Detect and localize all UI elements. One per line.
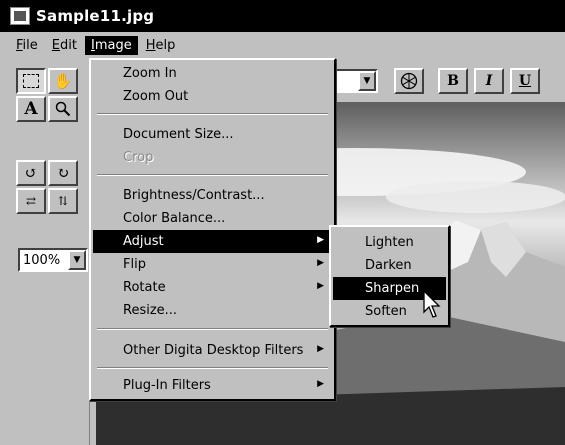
- submenu-arrow-icon: ▶: [317, 235, 324, 245]
- menu-edit[interactable]: Edit: [46, 36, 83, 55]
- marquee-icon: [23, 74, 39, 88]
- menu-item-zoom-out[interactable]: Zoom Out: [93, 85, 332, 108]
- underline-icon: U: [518, 73, 532, 89]
- submenu-item-lighten[interactable]: Lighten: [333, 231, 446, 254]
- bold-button[interactable]: B: [438, 68, 468, 94]
- underline-button[interactable]: U: [510, 68, 540, 94]
- italic-button[interactable]: I: [474, 68, 504, 94]
- flip-vertical-icon: ⇅: [57, 194, 69, 208]
- font-select[interactable]: ▼: [330, 69, 378, 93]
- color-wheel-button[interactable]: [394, 68, 424, 94]
- color-wheel-icon: [400, 72, 418, 90]
- submenu-arrow-icon: ▶: [317, 344, 324, 354]
- menu-item-color-balance[interactable]: Color Balance...: [93, 207, 332, 230]
- menu-file[interactable]: File: [10, 36, 44, 55]
- submenu-arrow-icon: ▶: [317, 379, 324, 389]
- zoom-level-value: 100%: [23, 252, 61, 268]
- text-tool-icon: A: [24, 99, 38, 119]
- menu-item-rotate[interactable]: Rotate ▶: [93, 276, 332, 299]
- tool-group-select: ✋ A: [16, 68, 78, 122]
- flip-vertical-button[interactable]: ⇅: [48, 188, 78, 214]
- menu-item-document-size[interactable]: Document Size...: [93, 123, 332, 146]
- format-toolbar: ▼ B I U: [330, 66, 540, 96]
- menu-bar: File Edit Image Help: [0, 32, 565, 58]
- menu-help[interactable]: Help: [140, 36, 182, 55]
- menu-item-other-filters[interactable]: Other Digita Desktop Filters ▶: [93, 339, 332, 362]
- title-bar[interactable]: Sample11.jpg: [0, 0, 565, 32]
- chevron-down-icon[interactable]: ▼: [68, 250, 86, 270]
- mouse-pointer-icon: [423, 290, 441, 318]
- menu-separator: [97, 174, 328, 176]
- window-title: Sample11.jpg: [36, 7, 155, 25]
- menu-separator: [97, 113, 328, 115]
- hand-icon: ✋: [53, 72, 73, 90]
- rotate-right-icon: ↻: [56, 164, 70, 182]
- toolbox: ✋ A ↺ ↻ ⇄ ⇅ 100% ▼: [8, 60, 90, 445]
- chevron-down-icon[interactable]: ▼: [358, 71, 376, 91]
- submenu-arrow-icon: ▶: [317, 281, 324, 291]
- rotate-left-icon: ↺: [24, 164, 38, 182]
- menu-item-plugin-filters[interactable]: Plug-In Filters ▶: [93, 374, 332, 397]
- marquee-tool-button[interactable]: [16, 68, 46, 94]
- app-icon[interactable]: [10, 7, 30, 25]
- rotate-left-button[interactable]: ↺: [16, 160, 46, 186]
- text-tool-button[interactable]: A: [16, 96, 46, 122]
- app-window: Sample11.jpg File Edit Image Help ✋ A ↺ …: [0, 0, 565, 445]
- menu-item-zoom-in[interactable]: Zoom In: [93, 62, 332, 85]
- bold-icon: B: [447, 73, 459, 89]
- flip-horizontal-icon: ⇄: [25, 194, 37, 208]
- hand-tool-button[interactable]: ✋: [48, 68, 78, 94]
- menu-item-resize[interactable]: Resize...: [93, 299, 332, 322]
- menu-item-crop: Crop: [123, 150, 154, 165]
- menu-item-flip[interactable]: Flip ▶: [93, 253, 332, 276]
- rotate-right-button[interactable]: ↻: [48, 160, 78, 186]
- flip-horizontal-button[interactable]: ⇄: [16, 188, 46, 214]
- menu-separator: [97, 367, 328, 369]
- menu-item-adjust[interactable]: Adjust ▶: [93, 230, 332, 253]
- menu-item-brightness-contrast[interactable]: Brightness/Contrast...: [93, 184, 332, 207]
- magnifier-icon: [55, 101, 71, 117]
- submenu-arrow-icon: ▶: [317, 258, 324, 268]
- zoom-tool-button[interactable]: [48, 96, 78, 122]
- submenu-item-darken[interactable]: Darken: [333, 254, 446, 277]
- tool-group-transform: ↺ ↻ ⇄ ⇅: [16, 160, 78, 214]
- menu-separator: [97, 328, 328, 330]
- menu-image[interactable]: Image: [84, 35, 138, 55]
- italic-icon: I: [485, 73, 493, 89]
- zoom-level-select[interactable]: 100% ▼: [18, 248, 88, 272]
- image-menu-dropdown: Zoom In Zoom Out Document Size... Crop B…: [89, 58, 336, 401]
